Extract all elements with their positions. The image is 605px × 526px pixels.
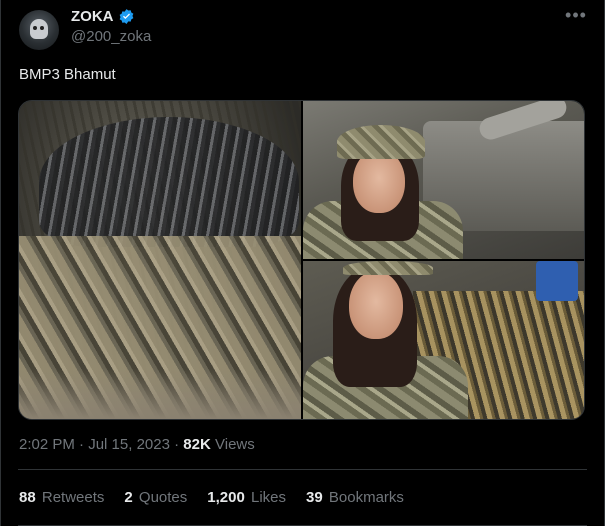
retweets-count: 88 [19, 489, 36, 506]
quotes-label: Quotes [138, 489, 188, 506]
bookmarks-label: Bookmarks [328, 489, 404, 506]
person-figure [303, 101, 463, 259]
tweet-meta: 2:02 PM · Jul 15, 2023 · 82K Views [19, 436, 255, 453]
retweets-stat[interactable]: 88 Retweets [19, 489, 104, 506]
cap-decoration [343, 261, 433, 275]
author-name-row: ZOKA [71, 8, 135, 25]
likes-label: Likes [251, 489, 287, 506]
likes-count: 1,200 [207, 489, 245, 506]
bookmarks-stat[interactable]: 39 Bookmarks [306, 489, 404, 506]
shell-pile-decoration [39, 117, 299, 247]
blue-barrel-decoration [536, 261, 578, 301]
more-options-icon[interactable]: ••• [564, 6, 588, 28]
bookmarks-count: 39 [306, 489, 323, 506]
views-count[interactable]: 82K [183, 436, 211, 453]
views-label: Views [215, 436, 255, 453]
retweets-label: Retweets [41, 489, 105, 506]
media-grid [18, 100, 585, 420]
verified-badge-icon [119, 9, 133, 24]
quotes-stat[interactable]: 2 Quotes [124, 489, 187, 506]
tweet-header: ZOKA @200_zoka ••• [17, 6, 588, 52]
ground-decoration [19, 369, 301, 419]
face-decoration [349, 271, 403, 339]
tweet-time[interactable]: 2:02 PM [19, 436, 75, 453]
tweet-date[interactable]: Jul 15, 2023 [88, 436, 170, 453]
author-handle[interactable]: @200_zoka [71, 28, 151, 45]
person-figure [303, 261, 468, 419]
meta-separator: · [79, 436, 85, 453]
engagement-stats: 88 Retweets 2 Quotes 1,200 Likes 39 Book… [19, 489, 404, 506]
quotes-count: 2 [124, 489, 133, 506]
media-photo-1[interactable] [19, 101, 301, 419]
skull-icon [30, 19, 48, 39]
divider [18, 469, 587, 470]
tweet-card: ZOKA @200_zoka ••• BMP3 Bhamut 2:02 PM ·… [0, 0, 605, 526]
cap-decoration [337, 125, 425, 159]
meta-separator: · [174, 436, 180, 453]
author-display-name[interactable]: ZOKA [71, 8, 114, 25]
media-photo-3[interactable] [303, 261, 584, 419]
avatar[interactable] [19, 10, 59, 50]
tweet-text: BMP3 Bhamut [19, 66, 116, 83]
media-photo-2[interactable] [303, 101, 584, 259]
likes-stat[interactable]: 1,200 Likes [207, 489, 286, 506]
